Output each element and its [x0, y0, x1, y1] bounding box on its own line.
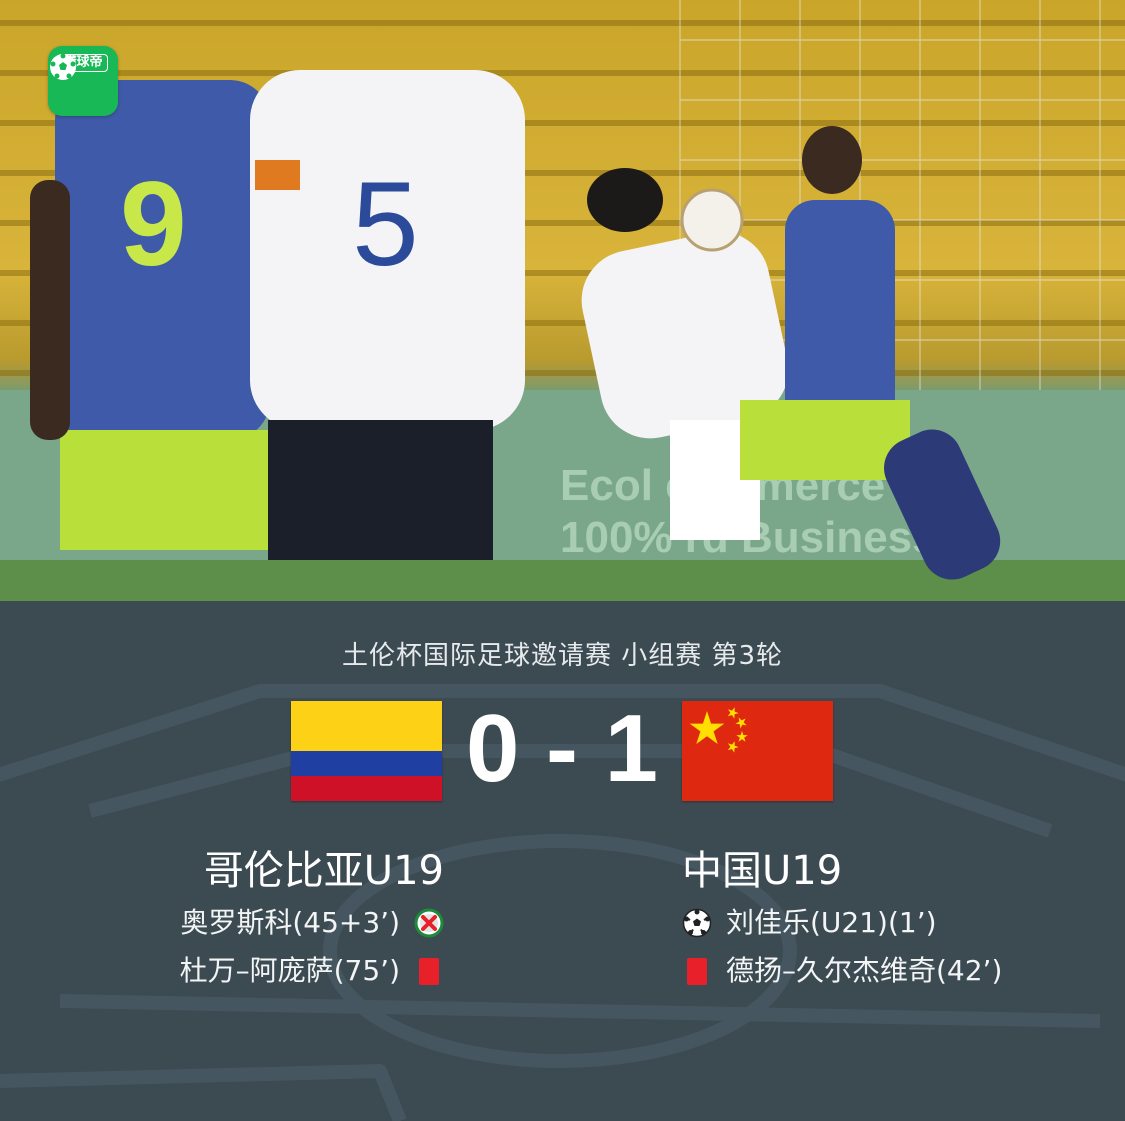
pitch-lines-decoration — [0, 684, 1125, 1121]
colombia-flag-icon — [291, 701, 442, 801]
scoreline: 0 - 1 — [465, 695, 659, 802]
shirt-number-5: 5 — [352, 157, 419, 291]
china-flag-icon — [682, 701, 833, 801]
match-photo: Ecol commerce 100% rd Business 9 5 懂球帝 — [0, 0, 1125, 601]
home-event-text: 杜万–阿庞萨(75’) — [179, 954, 400, 987]
app-logo: 懂球帝 — [48, 46, 118, 116]
red-card-icon — [682, 956, 712, 986]
competition-title: 土伦杯国际足球邀请赛 小组赛 第3轮 — [341, 641, 784, 671]
home-event-row: 杜万–阿庞萨(75’) — [180, 951, 444, 991]
goal-ball-icon — [682, 908, 712, 938]
red-card-icon — [414, 956, 444, 986]
away-event-text: 刘佳乐(U21)(1’) — [726, 906, 937, 939]
missed-penalty-icon — [414, 908, 444, 938]
home-event-row: 奥罗斯科(45+3’) — [180, 903, 444, 943]
home-event-text: 奥罗斯科(45+3’) — [180, 906, 400, 939]
away-event-text: 德扬–久尔杰维奇(42’) — [726, 954, 1003, 987]
shirt-number-9: 9 — [120, 157, 187, 291]
home-team-name: 哥伦比亚U19 — [203, 848, 444, 894]
away-event-row: 德扬–久尔杰维奇(42’) — [682, 951, 1002, 991]
away-event-row: 刘佳乐(U21)(1’) — [682, 903, 937, 943]
soccer-ball-icon — [50, 53, 76, 80]
away-team-name: 中国U19 — [682, 848, 843, 894]
match-photo-illustration: Ecol commerce 100% rd Business 9 5 — [0, 0, 1125, 601]
match-info-panel: 土伦杯国际足球邀请赛 小组赛 第3轮 0 - 1 哥伦比亚U19 中国U19 奥… — [0, 601, 1125, 1121]
